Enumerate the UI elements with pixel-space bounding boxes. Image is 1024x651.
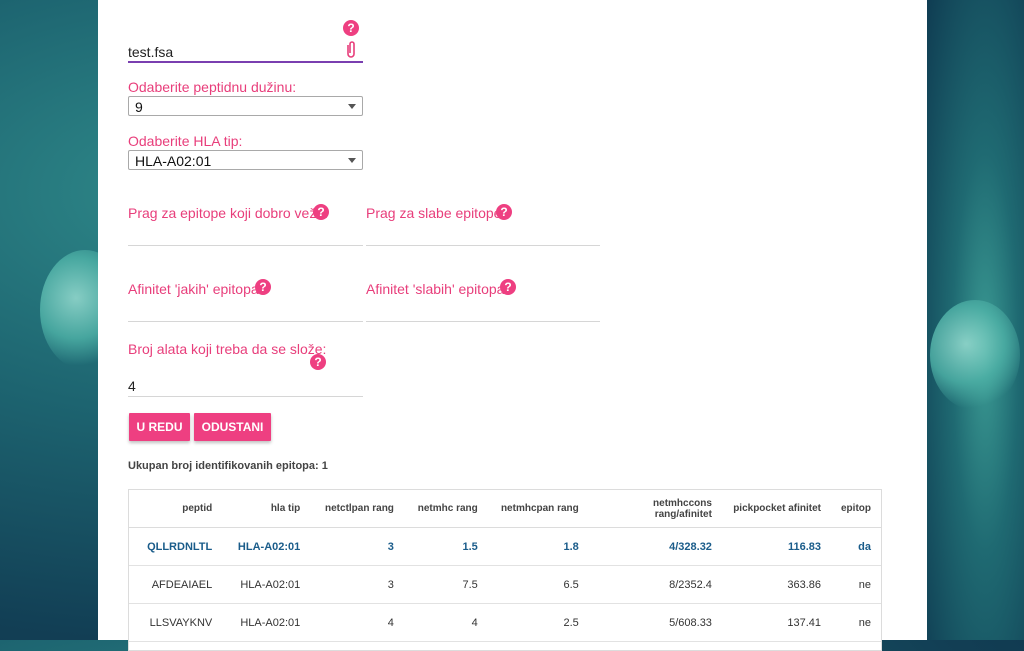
table-cell: AFDEAIAEL bbox=[129, 565, 223, 604]
table-cell: da bbox=[831, 527, 881, 566]
strong-affinity-input[interactable] bbox=[128, 321, 363, 322]
ok-button[interactable]: U REDU bbox=[129, 413, 190, 441]
table-cell: 4 bbox=[403, 603, 488, 642]
column-header[interactable]: epitop bbox=[831, 490, 881, 528]
peptide-length-select[interactable]: 9 bbox=[128, 96, 363, 116]
table-cell: HLA-A02:01 bbox=[222, 565, 311, 604]
strong-threshold-input[interactable] bbox=[128, 245, 363, 246]
epitope-count-summary: Ukupan broj identifikovanih epitopa: 1 bbox=[128, 460, 328, 472]
weak-affinity-label: Afinitet 'slabih' epitopa: bbox=[366, 281, 509, 297]
table-cell: 4 bbox=[310, 603, 404, 642]
tools-count-underline bbox=[128, 396, 363, 397]
file-input-underline bbox=[128, 61, 363, 63]
cancel-button[interactable]: ODUSTANI bbox=[194, 413, 271, 441]
table-cell: 8/2352.4 bbox=[588, 565, 722, 604]
table-cell: 4/328.32 bbox=[588, 527, 722, 566]
column-header[interactable]: netmhccons rang/afinitet bbox=[588, 490, 722, 528]
strong-affinity-help-icon[interactable]: ? bbox=[255, 279, 271, 295]
table-cell: HLA-A02:01 bbox=[222, 527, 311, 566]
table-cell: 6.5 bbox=[487, 565, 589, 604]
tools-count-input[interactable]: 4 bbox=[128, 378, 136, 394]
table-cell: QLLRDNLTL bbox=[129, 527, 223, 566]
tools-count-help-icon[interactable]: ? bbox=[310, 354, 326, 370]
results-table: peptid hla tip netctlpan rang netmhc ran… bbox=[128, 489, 882, 651]
table-cell: 3 bbox=[310, 527, 404, 566]
peptide-length-label: Odaberite peptidnu dužinu: bbox=[128, 79, 297, 95]
column-header[interactable]: netctlpan rang bbox=[310, 490, 404, 528]
table-row[interactable]: LLSVAYKNV HLA-A02:01 4 4 2.5 5/608.33 13… bbox=[129, 603, 881, 642]
table-cell: 1.5 bbox=[403, 527, 488, 566]
column-header[interactable]: hla tip bbox=[222, 490, 311, 528]
column-header[interactable]: netmhcpan rang bbox=[487, 490, 589, 528]
strong-threshold-help-icon[interactable]: ? bbox=[313, 204, 329, 220]
table-header-row: peptid hla tip netctlpan rang netmhc ran… bbox=[129, 490, 881, 528]
table-cell: 7.5 bbox=[403, 565, 488, 604]
column-header[interactable]: peptid bbox=[129, 490, 223, 528]
table-row[interactable]: QLLRDNLTL HLA-A02:01 3 1.5 1.8 4/328.32 … bbox=[129, 527, 881, 566]
table-cell: 363.86 bbox=[721, 565, 831, 604]
hla-type-value: HLA-A02:01 bbox=[135, 153, 212, 169]
table-cell: 1.8 bbox=[487, 527, 589, 566]
table-cell: ne bbox=[831, 603, 881, 642]
chevron-down-icon bbox=[348, 104, 356, 109]
weak-threshold-input[interactable] bbox=[366, 245, 600, 246]
strong-threshold-label: Prag za epitope koji dobro vežu: bbox=[128, 205, 329, 221]
column-header[interactable]: netmhc rang bbox=[403, 490, 488, 528]
table-cell: 2.5 bbox=[487, 603, 589, 642]
table-cell: 116.83 bbox=[721, 527, 831, 566]
weak-threshold-help-icon[interactable]: ? bbox=[496, 204, 512, 220]
table-cell: 137.41 bbox=[721, 603, 831, 642]
background-virus-right bbox=[930, 300, 1020, 410]
strong-affinity-label: Afinitet 'jakih' epitopa: bbox=[128, 281, 263, 297]
table-cell: HLA-A02:01 bbox=[222, 603, 311, 642]
table-cell: LLSVAYKNV bbox=[129, 603, 223, 642]
file-help-icon[interactable]: ? bbox=[343, 20, 359, 36]
table-cell: 5/608.33 bbox=[588, 603, 722, 642]
file-input[interactable]: test.fsa bbox=[128, 44, 173, 60]
paperclip-icon[interactable] bbox=[344, 40, 358, 60]
weak-affinity-help-icon[interactable]: ? bbox=[500, 279, 516, 295]
weak-threshold-label: Prag za slabe epitope: bbox=[366, 205, 506, 221]
weak-affinity-input[interactable] bbox=[366, 321, 600, 322]
table-row[interactable]: AFDEAIAEL HLA-A02:01 3 7.5 6.5 8/2352.4 … bbox=[129, 565, 881, 604]
table-cell: 3 bbox=[310, 565, 404, 604]
hla-type-select[interactable]: HLA-A02:01 bbox=[128, 150, 363, 170]
column-header[interactable]: pickpocket afinitet bbox=[721, 490, 831, 528]
tools-count-label: Broj alata koji treba da se slože: bbox=[128, 341, 327, 357]
chevron-down-icon bbox=[348, 158, 356, 163]
hla-type-label: Odaberite HLA tip: bbox=[128, 133, 243, 149]
peptide-length-value: 9 bbox=[135, 99, 143, 115]
table-cell: ne bbox=[831, 565, 881, 604]
